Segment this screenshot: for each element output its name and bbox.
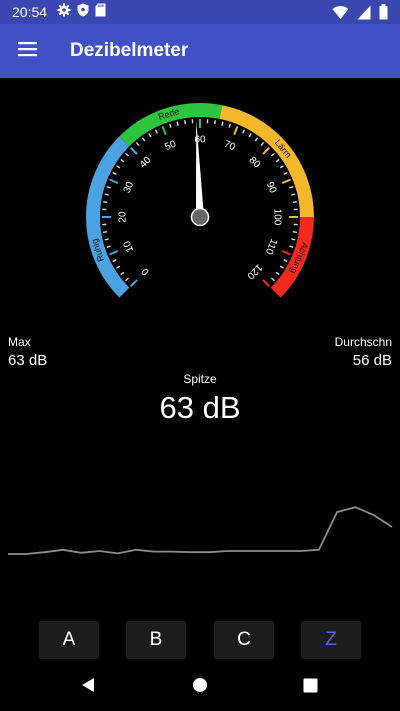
recents-button[interactable]: [280, 664, 340, 711]
gauge-minor-tick: [275, 271, 280, 276]
gauge-minor-tick: [120, 158, 125, 163]
gauge-minor-tick: [135, 142, 140, 146]
gauge-minor-tick: [292, 200, 297, 203]
gauge-scale-label: 0: [139, 265, 151, 277]
gauge-minor-tick: [154, 129, 158, 134]
gauge-major-tick: [109, 178, 119, 184]
menu-button[interactable]: [0, 24, 56, 78]
gauge-scale-label: 30: [122, 180, 137, 195]
gauge-minor-tick: [275, 158, 280, 163]
gauge-minor-tick: [283, 171, 288, 175]
status-bar: 20:54: [0, 0, 400, 24]
gauge-major-tick: [161, 126, 167, 136]
max-value: 63 dB: [8, 352, 48, 369]
back-icon: [80, 677, 96, 698]
gauge-scale-label: 50: [163, 139, 178, 154]
gauge-minor-tick: [104, 238, 109, 241]
wifi-icon: [332, 5, 349, 25]
gauge-minor-tick: [112, 171, 117, 175]
gauge-minor-tick: [125, 152, 129, 157]
shield-icon: [77, 3, 89, 22]
gauge-minor-tick: [112, 259, 117, 263]
gauge-minor-tick: [176, 121, 179, 126]
gauge-major-tick: [281, 178, 291, 184]
gauge-major-tick: [129, 146, 138, 155]
gauge-scale-label: 120: [244, 262, 264, 282]
gauge-minor-tick: [279, 165, 284, 169]
app-title: Dezibelmeter: [70, 40, 189, 61]
gauge-minor-tick: [106, 186, 111, 189]
gauge-minor-tick: [279, 265, 284, 269]
gauge-scale-label: 20: [118, 211, 129, 223]
gauge-scale-label: 110: [263, 237, 279, 256]
gauge-minor-tick: [289, 186, 294, 189]
gauge-minor-tick: [292, 231, 297, 234]
recents-icon: [303, 678, 318, 698]
weighting-selector: A B C Z: [0, 621, 400, 659]
gauge-minor-tick: [283, 259, 288, 263]
gauge-minor-tick: [271, 277, 275, 282]
gauge-minor-tick: [116, 165, 121, 169]
decibel-gauge: 01020304050 60 708090100110120 RuhigRedeLä…: [86, 103, 314, 298]
gauge-minor-tick: [103, 200, 108, 203]
level-history-graph: [8, 506, 393, 555]
gauge-minor-tick: [116, 265, 121, 269]
gauge-major-tick: [233, 126, 239, 136]
gear-icon: [57, 3, 71, 22]
gauge-major-tick: [109, 250, 119, 256]
gauge-minor-tick: [289, 245, 294, 248]
weighting-a-button[interactable]: A: [39, 621, 99, 659]
gauge-major-tick: [129, 279, 138, 288]
gauge-minor-tick: [104, 193, 109, 196]
cell-signal-icon: [357, 5, 371, 25]
weighting-c-button[interactable]: C: [214, 621, 274, 659]
gauge-minor-tick: [169, 123, 172, 128]
gauge-minor-tick: [242, 129, 246, 134]
gauge-minor-tick: [125, 277, 129, 282]
home-button[interactable]: [170, 664, 230, 711]
battery-icon: [379, 4, 388, 25]
gauge-scale-label: 70: [222, 139, 237, 154]
peak-value: 63 dB: [159, 390, 241, 425]
gauge-minor-tick: [221, 121, 224, 126]
gauge-minor-tick: [214, 120, 217, 125]
gauge-needle-hub: [190, 207, 210, 227]
weighting-z-button[interactable]: Z: [301, 621, 361, 659]
gauge-zone-arc: [219, 105, 314, 218]
gauge-scale-label: 40: [138, 155, 154, 171]
gauge-scale-label: 10: [122, 239, 137, 254]
gauge-minor-tick: [148, 133, 152, 138]
home-icon: [192, 677, 208, 698]
average-label: Durchschn: [334, 335, 392, 349]
gauge-minor-tick: [248, 133, 252, 138]
weighting-b-button[interactable]: B: [126, 621, 186, 659]
sd-card-icon: [95, 3, 106, 22]
gauge-scale-label: 80: [247, 155, 263, 171]
gauge-scale-label: 100: [271, 209, 282, 226]
gauge-minor-tick: [291, 238, 296, 241]
app-bar: Dezibelmeter: [0, 24, 400, 78]
hamburger-menu-icon: [18, 41, 38, 62]
gauge-minor-tick: [228, 123, 231, 128]
gauge-minor-tick: [271, 152, 275, 157]
navigation-bar: [0, 664, 400, 711]
gauge-scale-label: 90: [264, 180, 279, 195]
max-label: Max: [8, 335, 31, 349]
gauge-minor-tick: [120, 271, 125, 276]
gauge-minor-tick: [260, 142, 265, 146]
gauge-minor-tick: [141, 137, 146, 142]
history-line: [8, 506, 393, 555]
back-button[interactable]: [58, 664, 118, 711]
peak-label: Spitze: [183, 372, 217, 386]
gauge-major-tick: [262, 279, 271, 288]
gauge-minor-tick: [254, 137, 259, 142]
gauge-major-tick: [281, 250, 291, 256]
average-value: 56 dB: [352, 352, 392, 369]
gauge-minor-tick: [103, 231, 108, 234]
gauge-minor-tick: [106, 245, 111, 248]
gauge-major-tick: [262, 146, 271, 155]
gauge-minor-tick: [183, 120, 186, 125]
gauge-minor-tick: [291, 193, 296, 196]
status-time: 20:54: [12, 4, 48, 20]
